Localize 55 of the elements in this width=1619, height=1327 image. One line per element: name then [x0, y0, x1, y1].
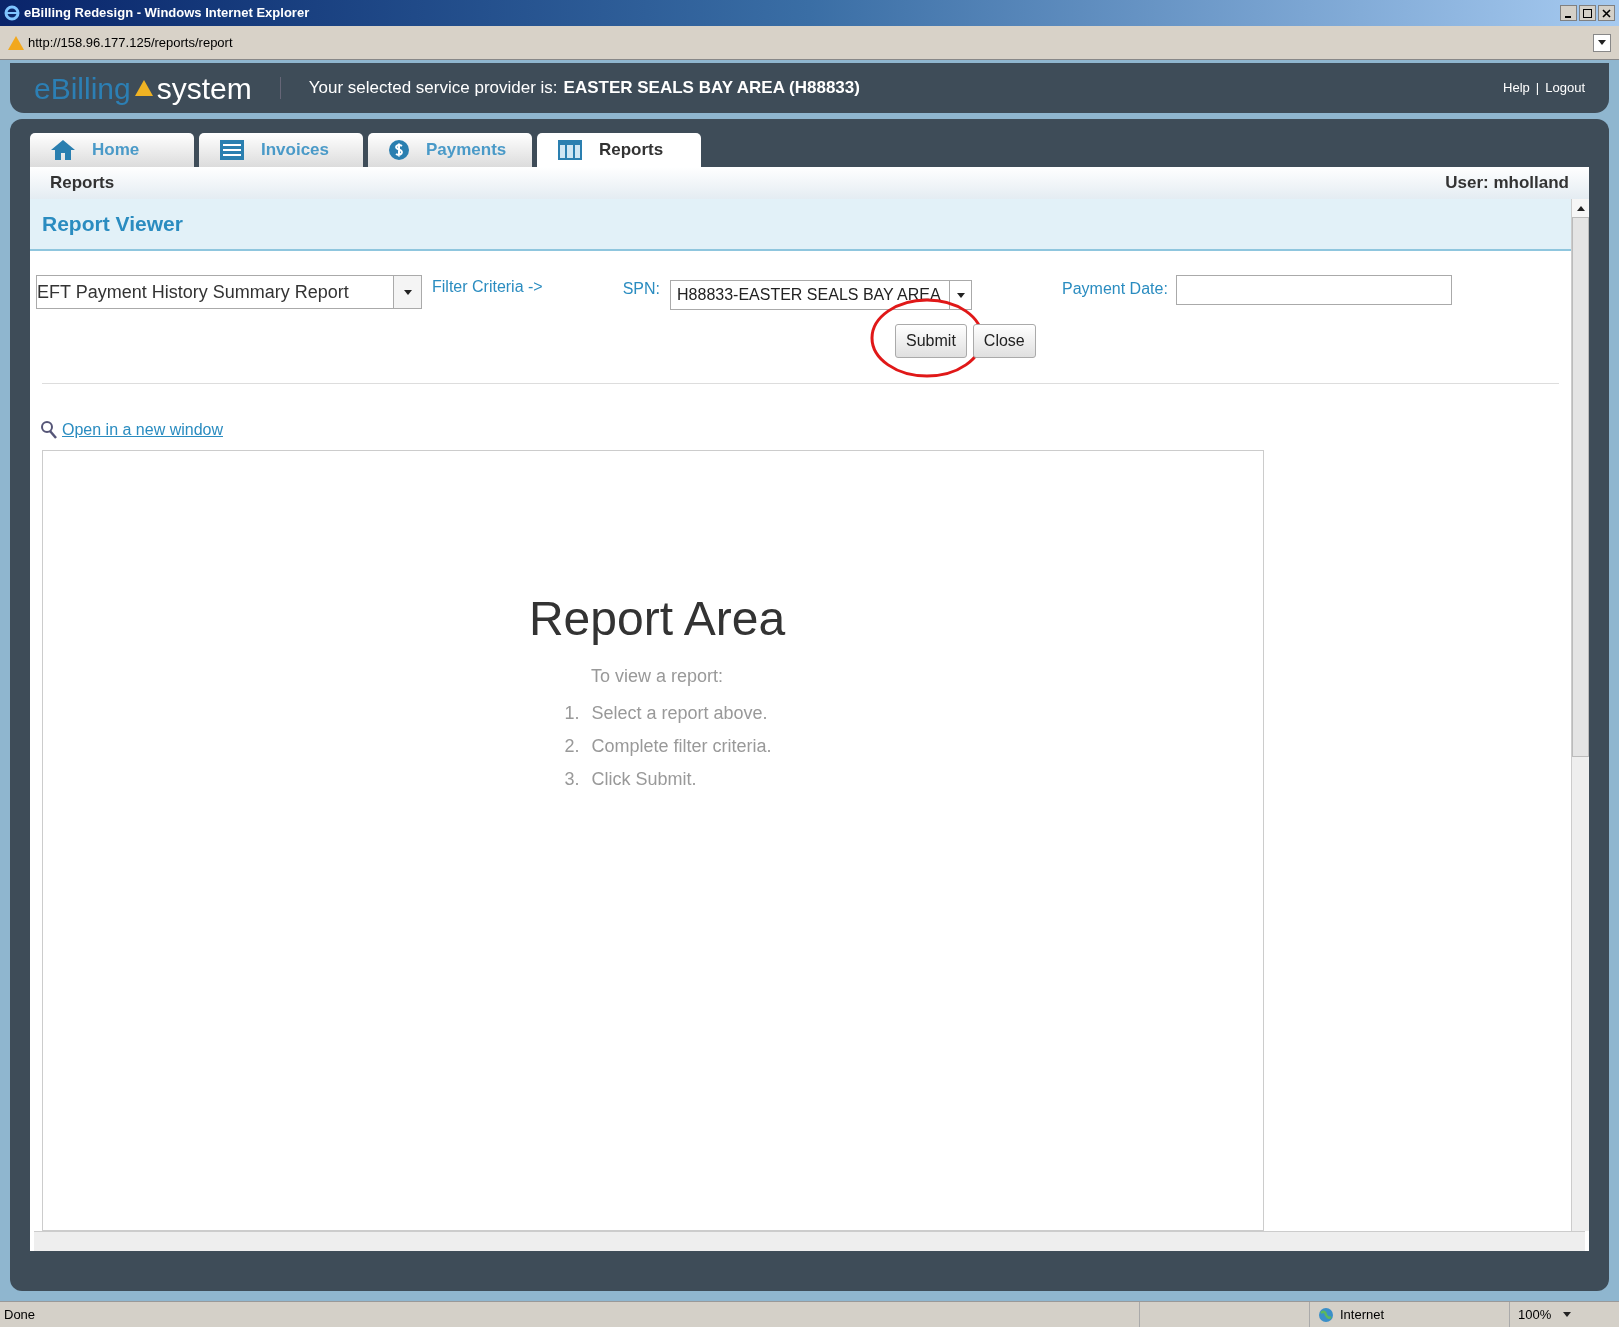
separator-text: |: [1535, 79, 1540, 98]
horizontal-scrollbar[interactable]: [34, 1231, 1585, 1251]
filter-criteria-link[interactable]: Filter Criteria ->: [432, 275, 543, 299]
document-icon: [219, 139, 245, 161]
dropdown-button[interactable]: [1593, 33, 1611, 52]
provider-name: EASTER SEALS BAY AREA (H88833): [563, 77, 860, 100]
browser-icon: [4, 5, 20, 21]
user-label: User: mholland: [1445, 172, 1569, 195]
step-text: Complete filter criteria.: [591, 735, 772, 758]
step-number: 2.: [564, 735, 580, 758]
status-text: Done: [3, 1305, 36, 1324]
report-area-title: Report Area: [527, 591, 786, 647]
payment-date-label: Payment Date:: [1062, 279, 1168, 299]
step-number: 3.: [564, 768, 580, 791]
step-text: Select a report above.: [591, 702, 768, 725]
spn-label: SPN:: [622, 279, 661, 299]
triangle-icon: [134, 80, 153, 96]
logo-text: eBilling: [34, 70, 131, 107]
table-icon: [557, 139, 583, 161]
zone-text: Internet: [1340, 1305, 1385, 1324]
close-button[interactable]: Close: [972, 324, 1036, 358]
maximize-icon[interactable]: [1579, 5, 1596, 21]
dollar-icon: [388, 139, 410, 161]
logo-text: system: [156, 70, 252, 107]
report-area-subtitle: To view a report:: [589, 665, 724, 688]
magnifier-icon: [40, 420, 58, 440]
dropdown-arrow-icon: [1598, 40, 1606, 45]
close-icon[interactable]: [1598, 5, 1615, 21]
dropdown-arrow-icon: [403, 289, 412, 295]
home-icon: [50, 139, 76, 161]
dropdown-arrow-icon: [1563, 1312, 1572, 1317]
payment-date-field[interactable]: [1175, 275, 1452, 305]
address-text: http://158.96.177.125/reports/report: [28, 33, 233, 52]
minimize-icon[interactable]: [1560, 5, 1577, 21]
warning-icon: [8, 35, 24, 50]
step-text: Click Submit.: [591, 768, 697, 791]
logout-link[interactable]: Logout: [1545, 78, 1585, 98]
vertical-scrollbar[interactable]: [1571, 199, 1589, 1231]
provider-label: Your selected service provider is:: [308, 77, 558, 100]
open-window-link[interactable]: Open in a new window: [62, 418, 223, 442]
submit-button[interactable]: Submit: [895, 324, 967, 358]
window-title: eBilling Redesign - Windows Internet Explorer: [24, 4, 310, 23]
report-select[interactable]: EFT Payment History Summary Report: [36, 275, 422, 309]
step-number: 1.: [564, 702, 580, 725]
help-link[interactable]: Help: [1503, 78, 1530, 98]
nav-tab[interactable]: Reports: [537, 133, 701, 167]
dropdown-arrow-icon: [956, 292, 965, 298]
address-bar[interactable]: http://158.96.177.125/reports/report: [0, 26, 1619, 60]
caret-up-icon: [1576, 205, 1585, 211]
section-title: Reports: [50, 172, 115, 195]
scroll-up-button[interactable]: [1572, 199, 1589, 217]
panel-title: Report Viewer: [42, 211, 183, 238]
scroll-thumb[interactable]: [1572, 217, 1589, 757]
globe-icon: [1318, 1306, 1334, 1323]
zoom-text[interactable]: 100%: [1518, 1304, 1552, 1325]
